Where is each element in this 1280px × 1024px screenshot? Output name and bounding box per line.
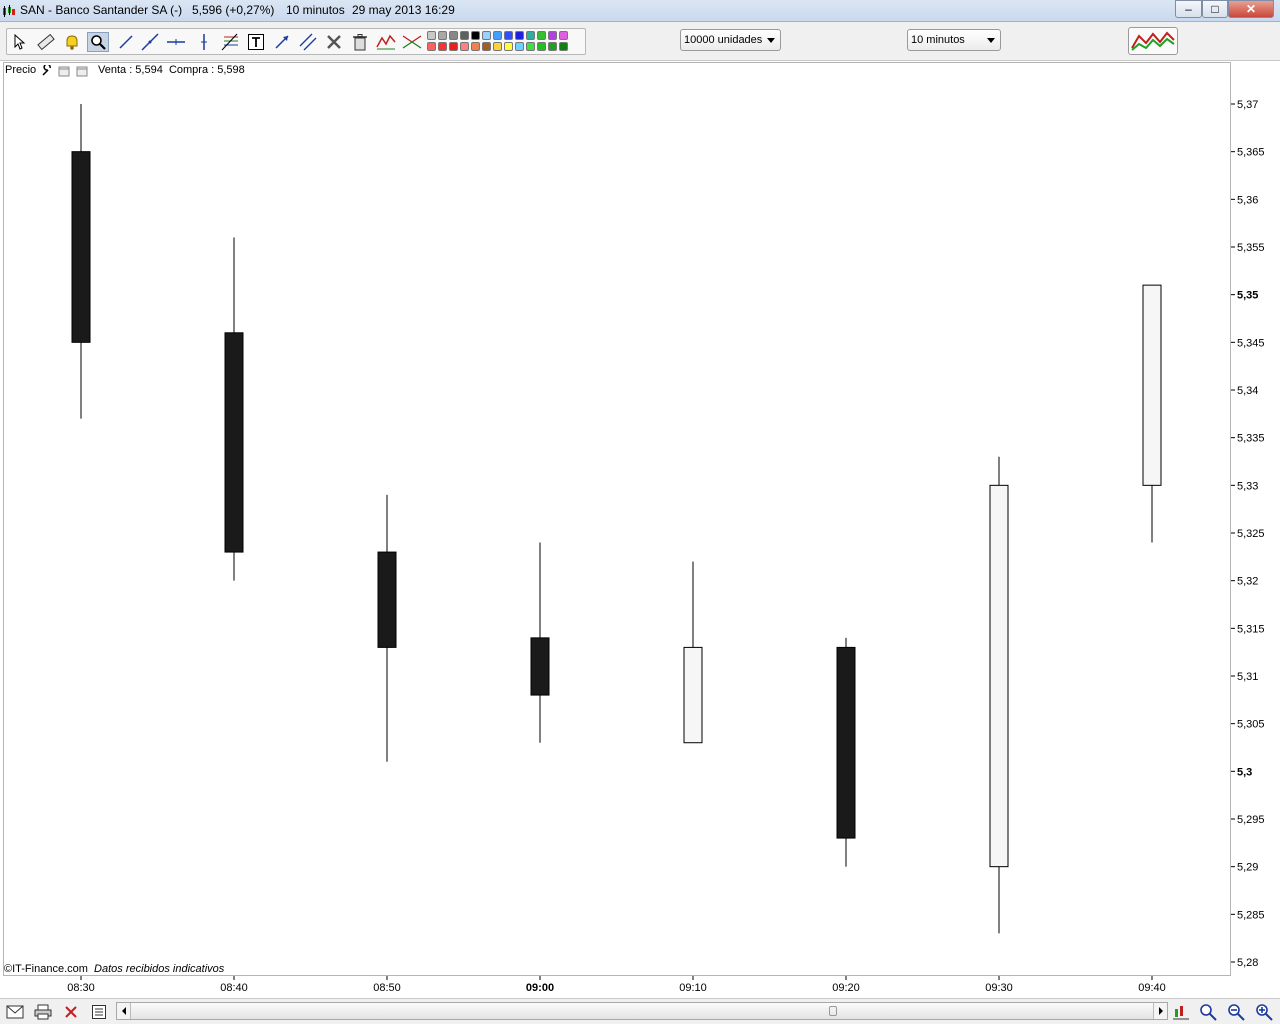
export-icon[interactable] — [89, 1002, 109, 1022]
y-tick-label: 5,305 — [1237, 719, 1265, 731]
zoom-fit-icon[interactable] — [1198, 1002, 1218, 1022]
candle-body-bullish — [1142, 284, 1162, 486]
scroll-right-button[interactable] — [1153, 1003, 1167, 1019]
y-tick-label: 5,35 — [1237, 290, 1258, 302]
zoom-out-icon[interactable] — [1226, 1002, 1246, 1022]
print-icon[interactable] — [33, 1002, 53, 1022]
x-tick-label: 09:30 — [985, 982, 1013, 994]
arrow-left-icon — [122, 1007, 126, 1015]
y-tick-label: 5,315 — [1237, 623, 1265, 635]
candle-body-bearish — [71, 151, 91, 343]
candle-body-bearish — [224, 332, 244, 553]
x-tick-label: 08:30 — [67, 982, 95, 994]
candle-body-bullish — [989, 484, 1009, 868]
y-tick-label: 5,365 — [1237, 147, 1265, 159]
scroll-thumb[interactable] — [131, 1003, 1153, 1019]
candle-body-bearish — [530, 637, 550, 696]
x-tick-label: 08:50 — [373, 982, 401, 994]
x-tick-label: 09:40 — [1138, 982, 1166, 994]
scroll-grip — [829, 1006, 837, 1016]
y-tick-label: 5,335 — [1237, 433, 1265, 445]
bottom-bar — [0, 998, 1280, 1024]
x-tick-label: 08:40 — [220, 982, 248, 994]
y-tick-label: 5,325 — [1237, 528, 1265, 540]
candlestick-chart: 5,37 5,365 5,36 5,355 5,35 5,345 5,34 5,335 5,33… — [67, 99, 1265, 994]
y-tick-label: 5,36 — [1237, 194, 1258, 206]
y-tick-label: 5,34 — [1237, 385, 1258, 397]
y-tick-label: 5,33 — [1237, 480, 1258, 492]
arrow-right-icon — [1159, 1007, 1163, 1015]
y-tick-label: 5,3 — [1237, 766, 1252, 778]
y-tick-label: 5,295 — [1237, 814, 1265, 826]
scroll-left-button[interactable] — [117, 1003, 131, 1019]
x-tick-label: 09:20 — [832, 982, 860, 994]
time-scrollbar[interactable] — [116, 1002, 1168, 1020]
x-tick-label: 09:00 — [526, 982, 554, 994]
y-tick-label: 5,29 — [1237, 862, 1258, 874]
mail-icon[interactable] — [5, 1002, 25, 1022]
y-tick-label: 5,32 — [1237, 576, 1258, 588]
disconnect-icon[interactable] — [61, 1002, 81, 1022]
y-tick-label: 5,28 — [1237, 957, 1258, 969]
candle-body-bearish — [836, 646, 856, 839]
zoom-in-icon[interactable] — [1254, 1002, 1274, 1022]
y-tick-label: 5,31 — [1237, 671, 1258, 683]
y-tick-label: 5,37 — [1237, 99, 1258, 111]
y-tick-label: 5,345 — [1237, 337, 1265, 349]
y-tick-label: 5,355 — [1237, 242, 1265, 254]
chart-settings-icon[interactable] — [1171, 1002, 1191, 1022]
x-tick-label: 09:10 — [679, 982, 707, 994]
candle-body-bullish — [683, 646, 703, 744]
y-tick-label: 5,285 — [1237, 909, 1265, 921]
candle-body-bearish — [377, 551, 397, 648]
